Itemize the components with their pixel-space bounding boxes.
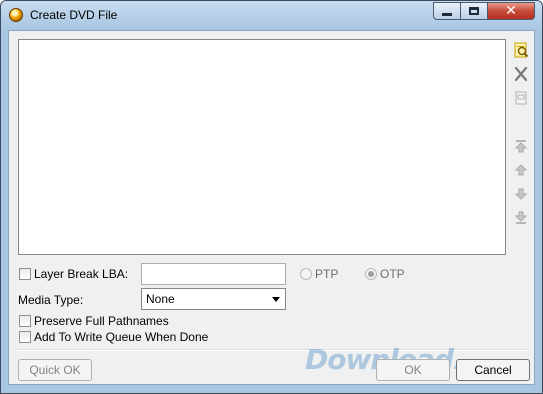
otp-radio[interactable] — [365, 268, 377, 280]
divider — [18, 349, 530, 351]
move-up-button[interactable] — [512, 161, 530, 179]
write-queue-label: Add To Write Queue When Done — [34, 330, 209, 344]
ok-button[interactable]: OK — [376, 359, 450, 381]
ptp-radio[interactable] — [300, 268, 312, 280]
window-title: Create DVD File — [30, 8, 118, 22]
media-type-select[interactable]: None — [141, 288, 286, 310]
create-dvd-file-window: Create DVD File ✕ Layer Break LBA: PTP O… — [0, 0, 543, 394]
layer-break-lba-input[interactable] — [141, 263, 286, 285]
close-button[interactable]: ✕ — [488, 2, 535, 20]
maximize-button[interactable] — [461, 2, 488, 20]
remove-icon — [514, 66, 528, 82]
file-list[interactable] — [18, 39, 506, 255]
move-down-icon — [514, 188, 528, 200]
write-queue-checkbox[interactable] — [19, 331, 31, 343]
layer-break-checkbox[interactable] — [19, 268, 31, 280]
media-type-label: Media Type: — [18, 293, 84, 307]
move-top-icon — [514, 140, 528, 153]
remove-button[interactable] — [512, 65, 530, 83]
title-bar[interactable]: Create DVD File ✕ — [1, 1, 542, 29]
maximize-icon — [469, 7, 479, 15]
properties-icon — [515, 91, 527, 105]
app-icon — [9, 8, 23, 22]
move-bottom-icon — [514, 211, 528, 224]
move-bottom-button[interactable] — [512, 209, 530, 227]
layer-break-label: Layer Break LBA: — [34, 267, 129, 281]
properties-button[interactable] — [512, 89, 530, 107]
add-file-icon — [514, 42, 529, 58]
quick-ok-button[interactable]: Quick OK — [18, 359, 92, 381]
otp-label: OTP — [380, 267, 405, 281]
close-icon: ✕ — [505, 3, 517, 19]
move-up-icon — [514, 164, 528, 176]
move-top-button[interactable] — [512, 137, 530, 155]
minimize-button[interactable] — [433, 2, 461, 20]
preserve-pathnames-checkbox[interactable] — [19, 315, 31, 327]
preserve-pathnames-label: Preserve Full Pathnames — [34, 314, 169, 328]
dialog-client-area: Layer Break LBA: PTP OTP Media Type: Non… — [8, 30, 535, 385]
chevron-down-icon — [272, 297, 280, 302]
ptp-label: PTP — [315, 267, 339, 281]
add-file-button[interactable] — [512, 41, 530, 59]
media-type-value: None — [146, 292, 175, 306]
move-down-button[interactable] — [512, 185, 530, 203]
cancel-button[interactable]: Cancel — [456, 359, 530, 381]
minimize-icon — [442, 13, 452, 16]
